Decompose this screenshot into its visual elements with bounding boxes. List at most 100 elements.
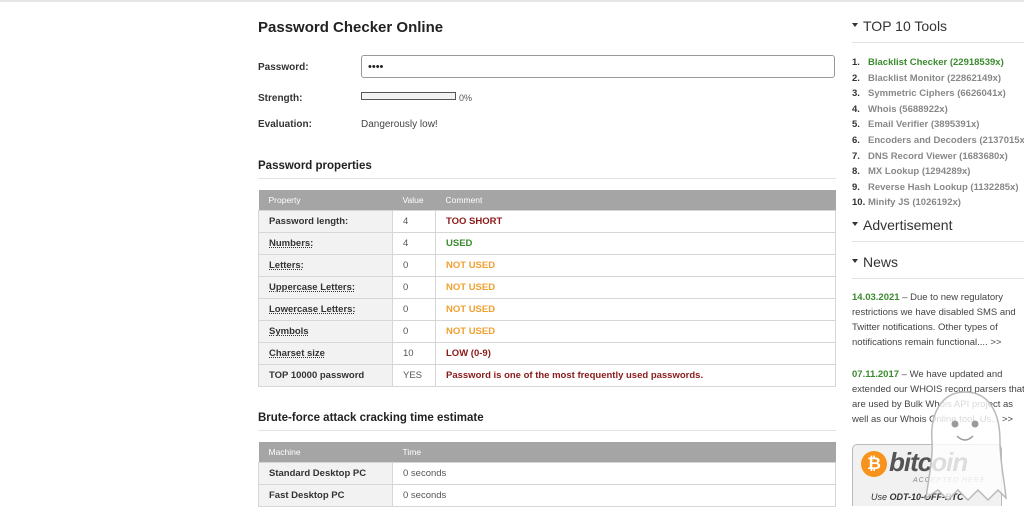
property-comment: NOT USED — [435, 254, 836, 277]
property-value: 10 — [392, 342, 436, 365]
caret-down-icon — [852, 222, 858, 227]
properties-row: TOP 10000 password YES Password is one of … — [258, 364, 836, 387]
sidebar: TOP 10 Tools 1. Blacklist Checker (229185… — [852, 0, 1024, 506]
promo-code: ODT-10-OFF-BTC — [889, 492, 964, 502]
property-value: 4 — [392, 232, 436, 255]
header-value: Value — [392, 190, 436, 211]
advertisement-heading[interactable]: Advertisement — [852, 217, 952, 233]
property-name: Charset size — [258, 342, 393, 365]
evaluation-value: Dangerously low! — [361, 119, 438, 130]
top-tool-label: Email Verifier (3895391x) — [868, 119, 980, 131]
property-value: 0 — [392, 276, 436, 299]
machine-name: Standard Desktop PC — [258, 462, 393, 485]
header-comment: Comment — [435, 190, 836, 211]
property-name: Numbers: — [258, 232, 393, 255]
top-tool-link[interactable]: 7. DNS Record Viewer (1683680x) — [852, 149, 1024, 165]
password-label: Password: — [258, 62, 309, 73]
properties-row: Letters: 0 NOT USED — [258, 254, 836, 277]
top-tool-label: Encoders and Decoders (2137015x) — [868, 134, 1024, 146]
property-name: Symbols — [258, 320, 393, 343]
caret-down-icon — [852, 259, 858, 264]
bruteforce-table: Machine Time Standard Desktop PC 0 second… — [258, 442, 836, 507]
evaluation-label: Evaluation: — [258, 119, 312, 130]
properties-row: Password length: 4 TOO SHORT — [258, 210, 836, 233]
top-tool-link[interactable]: 6. Encoders and Decoders (2137015x) — [852, 133, 1024, 149]
bitcoin-accepted-banner[interactable]: ₿ bitcoin ACCEPTED HERE Use ODT-10-OFF-B… — [852, 444, 1002, 506]
top-tool-rank: 6. — [852, 134, 860, 146]
top-tool-link[interactable]: 5. Email Verifier (3895391x) — [852, 117, 1024, 133]
properties-section-title: Password properties — [258, 160, 372, 172]
property-value: YES — [392, 364, 436, 387]
section-divider — [258, 430, 836, 431]
crack-time: 0 seconds — [392, 462, 836, 485]
properties-row: Uppercase Letters: 0 NOT USED — [258, 276, 836, 299]
property-comment: NOT USED — [435, 298, 836, 321]
property-name: TOP 10000 password — [258, 364, 393, 387]
top-tool-link[interactable]: 2. Blacklist Monitor (22862149x) — [852, 71, 1024, 87]
property-name: Letters: — [258, 254, 393, 277]
crack-time: 0 seconds — [392, 484, 836, 507]
top-tool-label: Blacklist Monitor (22862149x) — [868, 72, 1002, 84]
properties-header-row: Property Value Comment — [258, 190, 836, 211]
top-tool-rank: 7. — [852, 150, 860, 162]
top-tool-rank: 3. — [852, 88, 860, 100]
top-tools-heading[interactable]: TOP 10 Tools — [852, 18, 947, 34]
section-divider — [258, 178, 836, 179]
news-item[interactable]: 14.03.2021 – Due to new regulatory restr… — [852, 290, 1024, 350]
news-title: News — [863, 254, 899, 270]
sidebar-divider — [852, 241, 1024, 242]
promo-prefix: Use — [871, 492, 890, 502]
properties-row: Charset size 10 LOW (0-9) — [258, 342, 836, 365]
top-tool-link[interactable]: 1. Blacklist Checker (22918539x) — [852, 55, 1024, 71]
top-tool-label: Whois (5688922x) — [868, 103, 948, 115]
news-date: 07.11.2017 — [852, 369, 900, 380]
properties-row: Numbers: 4 USED — [258, 232, 836, 255]
property-comment: LOW (0-9) — [435, 342, 836, 365]
header-machine: Machine — [258, 442, 393, 463]
properties-table: Property Value Comment Password length: 4… — [258, 190, 836, 387]
bruteforce-row: Fast Desktop PC 0 seconds — [258, 484, 836, 507]
top-tool-link[interactable]: 4. Whois (5688922x) — [852, 102, 1024, 118]
news-item[interactable]: 07.11.2017 – We have updated and extende… — [852, 367, 1024, 427]
top-tool-link[interactable]: 10. Minify JS (1026192x) — [852, 195, 1024, 211]
top-tool-label: Minify JS (1026192x) — [868, 197, 961, 209]
advertisement-title: Advertisement — [863, 217, 953, 233]
top-tool-label: MX Lookup (1294289x) — [868, 166, 971, 178]
password-input[interactable]: •••• — [361, 55, 835, 78]
sidebar-divider — [852, 278, 1024, 279]
header-property: Property — [258, 190, 393, 211]
top-tool-rank: 2. — [852, 72, 860, 84]
top-tool-label: Reverse Hash Lookup (1132285x) — [868, 181, 1019, 193]
property-comment: Password is one of the most frequently u… — [435, 364, 836, 387]
top-tool-link[interactable]: 3. Symmetric Ciphers (6626041x) — [852, 86, 1024, 102]
properties-row: Symbols 0 NOT USED — [258, 320, 836, 343]
top-tool-link[interactable]: 9. Reverse Hash Lookup (1132285x) — [852, 180, 1024, 196]
property-comment: NOT USED — [435, 320, 836, 343]
top-tools-title: TOP 10 Tools — [863, 18, 948, 34]
page-title: Password Checker Online — [258, 19, 444, 36]
bruteforce-table-body: Standard Desktop PC 0 seconds Fast Desktop… — [258, 462, 836, 507]
top-tool-link[interactable]: 8. MX Lookup (1294289x) — [852, 164, 1024, 180]
header-time: Time — [392, 442, 836, 463]
property-name: Uppercase Letters: — [258, 276, 393, 299]
property-value: 4 — [392, 210, 436, 233]
property-comment: TOO SHORT — [435, 210, 836, 233]
news-heading[interactable]: News — [852, 254, 898, 270]
top-tool-rank: 5. — [852, 119, 860, 131]
news-date: 14.03.2021 — [852, 292, 900, 303]
strength-bar — [361, 92, 456, 100]
top-tool-rank: 4. — [852, 103, 860, 115]
top-tool-rank: 10. — [852, 197, 866, 209]
bitcoin-wordmark: bitcoin — [889, 447, 968, 477]
top-tool-rank: 9. — [852, 181, 860, 193]
bruteforce-row: Standard Desktop PC 0 seconds — [258, 462, 836, 485]
bitcoin-promo-text: Use ODT-10-OFF-BTC — [871, 492, 964, 502]
sidebar-divider — [852, 42, 1024, 43]
top-tool-label: Symmetric Ciphers (6626041x) — [868, 88, 1006, 100]
property-value: 0 — [392, 254, 436, 277]
bitcoin-logo-icon: ₿ — [861, 451, 887, 477]
properties-row: Lowercase Letters: 0 NOT USED — [258, 298, 836, 321]
strength-label: Strength: — [258, 93, 303, 104]
top-tools-list: 1. Blacklist Checker (22918539x) 2. Blackli… — [852, 55, 1024, 211]
caret-down-icon — [852, 23, 858, 28]
